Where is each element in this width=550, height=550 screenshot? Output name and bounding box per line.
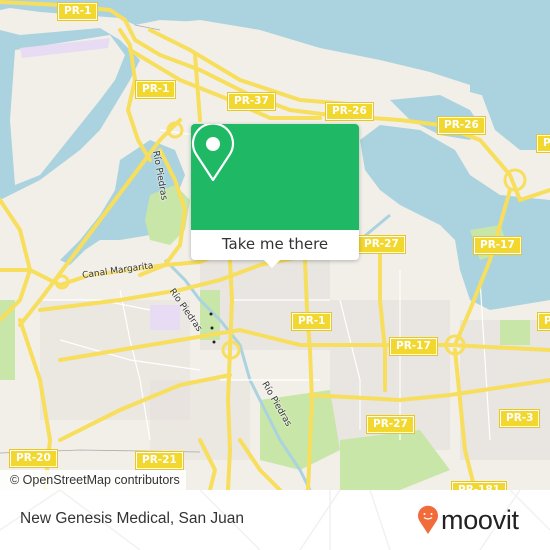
popup-pointer bbox=[263, 259, 281, 268]
moovit-wordmark: moovit bbox=[441, 505, 519, 535]
route-shield: PR-3 bbox=[498, 409, 541, 428]
route-shield: PR-27 bbox=[366, 415, 415, 434]
place-name: New Genesis Medical, San Juan bbox=[20, 510, 245, 527]
route-shield: PR-17 bbox=[473, 236, 522, 255]
route-shield: PR-1 bbox=[134, 80, 177, 99]
route-shield: PR-37 bbox=[227, 92, 276, 111]
route-shield: PR-26 bbox=[536, 134, 550, 153]
route-shield: PR-17 bbox=[389, 337, 438, 356]
moovit-pin-icon bbox=[418, 505, 438, 534]
take-me-there-button[interactable]: Take me there bbox=[191, 230, 359, 260]
route-shield: PR-20 bbox=[9, 449, 58, 468]
route-shield: PR-27 bbox=[357, 235, 406, 254]
map-pin-icon bbox=[191, 124, 235, 182]
route-shield: PR-1 bbox=[536, 312, 550, 331]
map-view[interactable]: PR-1 PR-1 PR-37 PR-26 PR-26 PR-26 PR-27 … bbox=[0, 0, 550, 490]
destination-popup: Take me there bbox=[191, 124, 359, 268]
route-shield: PR-21 bbox=[135, 451, 184, 470]
route-shield: PR-1 bbox=[290, 312, 333, 331]
map-attribution[interactable]: © OpenStreetMap contributors bbox=[0, 470, 186, 490]
route-shield: PR-26 bbox=[325, 102, 374, 121]
route-shield: PR-1 bbox=[56, 2, 99, 21]
route-shield: PR-181 bbox=[450, 481, 508, 490]
popup-header bbox=[191, 124, 359, 230]
route-shield: PR-26 bbox=[437, 116, 486, 135]
footer-bar: New Genesis Medical, San Juan moovit bbox=[0, 490, 550, 550]
